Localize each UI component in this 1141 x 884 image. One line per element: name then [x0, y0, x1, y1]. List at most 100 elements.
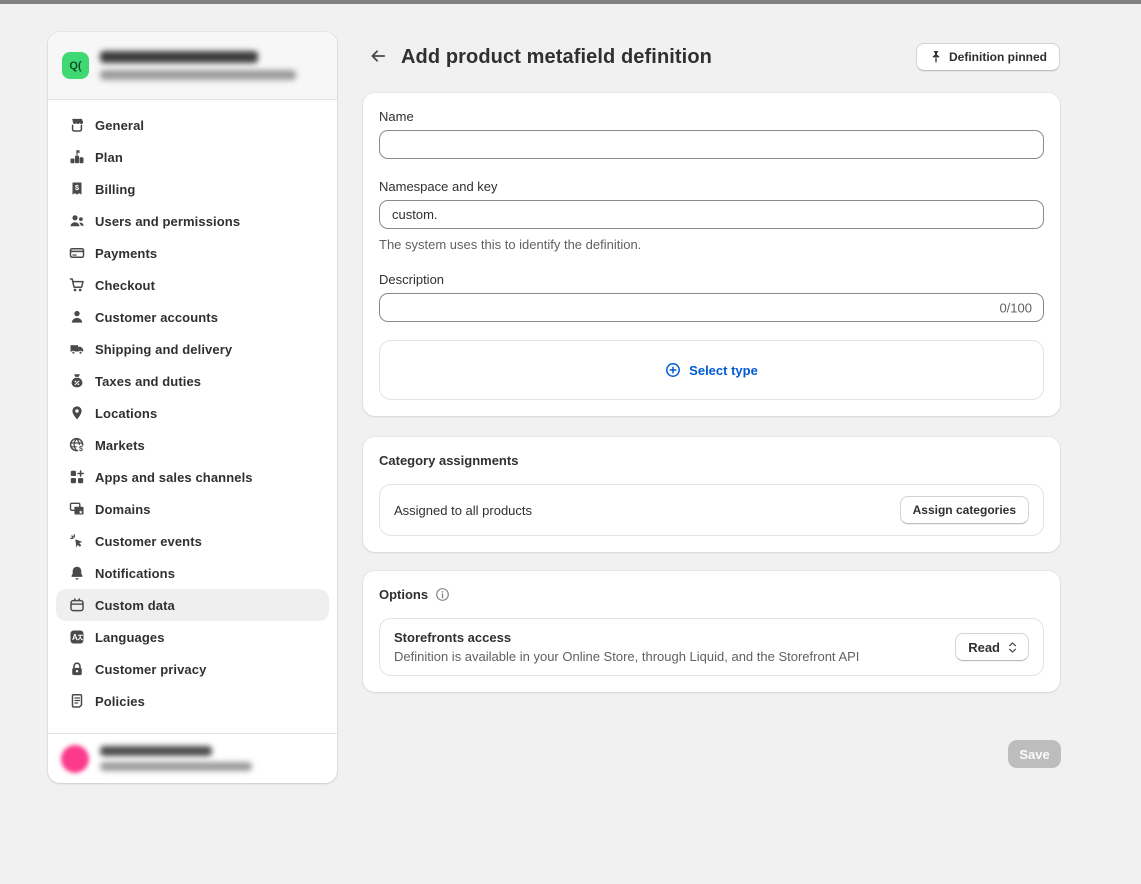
- description-label: Description: [379, 272, 1044, 287]
- storefronts-access-title: Storefronts access: [394, 630, 859, 645]
- sidebar-item-plan[interactable]: Plan: [56, 141, 329, 173]
- sidebar-item-notifications[interactable]: Notifications: [56, 557, 329, 589]
- svg-text:A: A: [72, 633, 78, 642]
- sidebar-item-custom-data[interactable]: Custom data: [56, 589, 329, 621]
- category-status-text: Assigned to all products: [394, 503, 532, 518]
- arrow-left-icon: [369, 47, 387, 68]
- store-icon: [69, 117, 85, 133]
- events-icon: [69, 533, 85, 549]
- page-title: Add product metafield definition: [401, 46, 712, 69]
- sidebar-item-taxes-and-duties[interactable]: Taxes and duties: [56, 365, 329, 397]
- pin-icon: [929, 50, 943, 64]
- sidebar-item-label: Markets: [95, 438, 145, 453]
- sidebar-item-users-and-permissions[interactable]: Users and permissions: [56, 205, 329, 237]
- sidebar-item-label: Taxes and duties: [95, 374, 201, 389]
- sidebar-item-customer-accounts[interactable]: Customer accounts: [56, 301, 329, 333]
- namespace-help-text: The system uses this to identify the def…: [379, 237, 1044, 252]
- sidebar-item-markets[interactable]: $ Markets: [56, 429, 329, 461]
- description-input[interactable]: [379, 293, 1044, 322]
- user-name-redacted: [100, 746, 212, 756]
- sidebar-item-label: Notifications: [95, 566, 175, 581]
- store-avatar: Q(: [62, 52, 89, 79]
- store-domain-redacted: [100, 70, 296, 80]
- user-meta: [100, 746, 252, 771]
- billing-icon: $: [69, 181, 85, 197]
- info-icon[interactable]: [435, 587, 450, 602]
- sidebar-item-billing[interactable]: $ Billing: [56, 173, 329, 205]
- window-top-strip: [0, 0, 1141, 4]
- name-label: Name: [379, 109, 1044, 124]
- sidebar-item-label: Customer privacy: [95, 662, 206, 677]
- read-select-value: Read: [968, 640, 1000, 655]
- sidebar-item-locations[interactable]: Locations: [56, 397, 329, 429]
- sidebar-item-customer-events[interactable]: Customer events: [56, 525, 329, 557]
- namespace-label: Namespace and key: [379, 179, 1044, 194]
- plan-icon: [69, 149, 85, 165]
- category-assignment-row: Assigned to all products Assign categori…: [379, 484, 1044, 536]
- sidebar-nav: General Plan $ Billing Users and permiss…: [48, 100, 337, 733]
- store-meta: [100, 51, 296, 80]
- back-button[interactable]: [367, 46, 389, 68]
- page-header: Add product metafield definition Definit…: [363, 42, 1060, 72]
- namespace-input[interactable]: [379, 200, 1044, 229]
- truck-icon: [69, 341, 85, 357]
- sidebar-item-general[interactable]: General: [56, 109, 329, 141]
- sidebar-item-payments[interactable]: Payments: [56, 237, 329, 269]
- sidebar-item-label: Billing: [95, 182, 135, 197]
- definition-pinned-label: Definition pinned: [949, 50, 1047, 64]
- user-email-redacted: [100, 762, 252, 771]
- sidebar-item-label: Shipping and delivery: [95, 342, 232, 357]
- cart-icon: [69, 277, 85, 293]
- definition-pinned-button[interactable]: Definition pinned: [916, 43, 1060, 71]
- options-card: Options Storefronts access Definition is…: [363, 571, 1060, 692]
- sidebar-item-policies[interactable]: Policies: [56, 685, 329, 717]
- sidebar-item-shipping-and-delivery[interactable]: Shipping and delivery: [56, 333, 329, 365]
- options-title: Options: [379, 587, 428, 602]
- sidebar-item-label: Custom data: [95, 598, 175, 613]
- sidebar-item-label: Locations: [95, 406, 157, 421]
- sidebar-item-apps-and-sales-channels[interactable]: Apps and sales channels: [56, 461, 329, 493]
- assign-categories-button[interactable]: Assign categories: [900, 496, 1029, 524]
- sidebar-item-languages[interactable]: A Languages: [56, 621, 329, 653]
- metafield-form-card: Name Namespace and key The system uses t…: [363, 93, 1060, 416]
- select-type-button[interactable]: Select type: [379, 340, 1044, 400]
- sidebar-item-label: Apps and sales channels: [95, 470, 253, 485]
- languages-icon: A: [69, 629, 85, 645]
- namespace-field-group: Namespace and key The system uses this t…: [379, 179, 1044, 252]
- taxes-icon: [69, 373, 85, 389]
- sidebar-item-checkout[interactable]: Checkout: [56, 269, 329, 301]
- policies-icon: [69, 693, 85, 709]
- payments-icon: [69, 245, 85, 261]
- name-field-group: Name: [379, 109, 1044, 159]
- user-account-footer[interactable]: [48, 733, 337, 783]
- sidebar-item-label: Checkout: [95, 278, 155, 293]
- sidebar-item-label: Policies: [95, 694, 145, 709]
- markets-icon: $: [69, 437, 85, 453]
- sidebar-item-domains[interactable]: Domains: [56, 493, 329, 525]
- sidebar-item-label: Plan: [95, 150, 123, 165]
- name-input[interactable]: [379, 130, 1044, 159]
- category-assignments-card: Category assignments Assigned to all pro…: [363, 437, 1060, 552]
- users-icon: [69, 213, 85, 229]
- custom-data-icon: [69, 597, 85, 613]
- apps-icon: [69, 469, 85, 485]
- sidebar-item-label: Customer events: [95, 534, 202, 549]
- sidebar-item-customer-privacy[interactable]: Customer privacy: [56, 653, 329, 685]
- sidebar-item-label: Languages: [95, 630, 165, 645]
- sidebar-item-label: Customer accounts: [95, 310, 218, 325]
- user-avatar: [61, 745, 89, 773]
- sidebar-item-label: Domains: [95, 502, 151, 517]
- person-icon: [69, 309, 85, 325]
- storefronts-access-description: Definition is available in your Online S…: [394, 649, 859, 664]
- chevron-up-down-icon: [1007, 641, 1018, 654]
- store-header[interactable]: Q(: [48, 32, 337, 100]
- sidebar-item-label: Users and permissions: [95, 214, 240, 229]
- storefronts-access-select[interactable]: Read: [955, 633, 1029, 661]
- select-type-label: Select type: [689, 363, 758, 378]
- location-icon: [69, 405, 85, 421]
- save-button[interactable]: Save: [1008, 740, 1061, 768]
- sidebar-item-label: Payments: [95, 246, 157, 261]
- bell-icon: [69, 565, 85, 581]
- settings-sidebar: Q( General Plan $ Billing Users and perm…: [48, 32, 337, 783]
- store-name-redacted: [100, 51, 258, 63]
